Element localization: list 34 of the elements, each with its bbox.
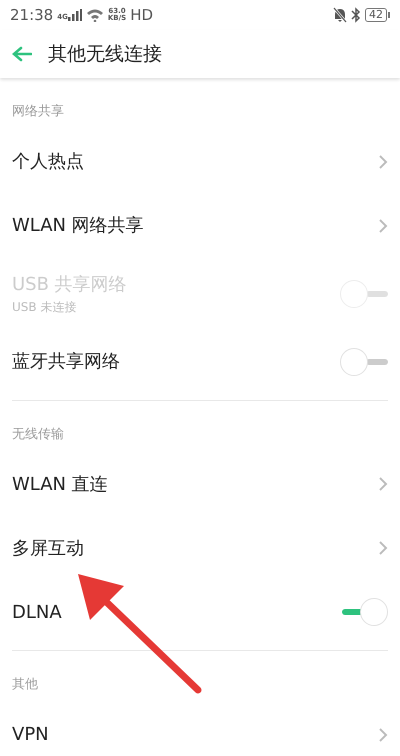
settings-row[interactable]: 个人热点 (0, 130, 400, 194)
bell-muted-icon (333, 7, 347, 23)
hd-indicator: HD (130, 4, 154, 26)
row-label: WLAN 直连 (12, 472, 108, 496)
settings-row[interactable]: WLAN 网络共享 (0, 194, 400, 258)
back-icon[interactable] (12, 46, 32, 62)
row-subtitle: USB 未连接 (12, 299, 78, 316)
settings-row[interactable]: WLAN 直连 (0, 452, 400, 516)
page-title: 其他无线连接 (48, 42, 162, 67)
settings-row[interactable]: DLNA (0, 580, 400, 644)
row-label: DLNA (12, 600, 62, 624)
row-label: 蓝牙共享网络 (12, 350, 120, 374)
row-label: 多屏互动 (12, 536, 84, 560)
row-label: WLAN 网络共享 (12, 214, 144, 238)
chevron-icon (378, 218, 388, 234)
section-header: 网络共享 (11, 103, 65, 121)
bluetooth-icon (351, 7, 361, 23)
settings-row[interactable]: VPN (0, 702, 400, 756)
section-header: 无线传输 (11, 426, 65, 444)
chevron-icon (378, 476, 388, 492)
row-label: 个人热点 (12, 150, 84, 174)
battery-level: 42 (365, 8, 387, 22)
settings-row[interactable]: 多屏互动 (0, 516, 400, 580)
wifi-icon (86, 8, 104, 22)
row-label: VPN (12, 723, 49, 747)
section-header: 其他 (11, 676, 39, 694)
chevron-icon (378, 540, 388, 556)
chevron-icon (378, 154, 388, 170)
status-time: 21:38 (10, 4, 54, 26)
toggle-switch[interactable] (340, 597, 388, 627)
signal-icon (68, 9, 82, 21)
settings-row[interactable]: 蓝牙共享网络 (0, 330, 400, 394)
chevron-icon (378, 726, 388, 742)
toggle-switch[interactable] (340, 346, 388, 376)
